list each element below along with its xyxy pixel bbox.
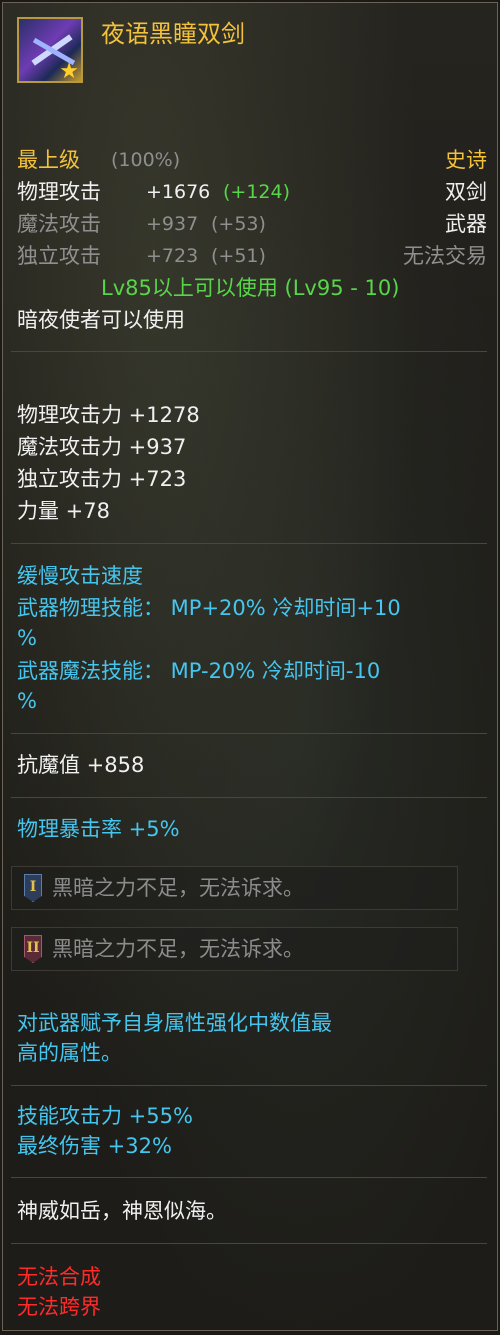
divider bbox=[11, 1243, 487, 1244]
twin-swords-icon: ★ bbox=[17, 17, 83, 83]
attribute-line: 独立攻击力 +723 bbox=[17, 467, 187, 491]
stat-bonus: (+124) bbox=[223, 181, 291, 203]
stat-label: 魔法攻击 bbox=[17, 212, 101, 236]
weapon-physical-skill: 武器物理技能： MP+20% 冷却时间+10 bbox=[17, 596, 401, 620]
divider bbox=[11, 1085, 487, 1086]
item-tooltip: ★ 夜语黑瞳双剑 最上级 (100%) 史诗 物理攻击 +1676 (+124)… bbox=[2, 2, 498, 1331]
final-damage-bonus: 最终伤害 +32% bbox=[17, 1134, 172, 1158]
weapon-magic-skill: 武器魔法技能： MP-20% 冷却时间-10 bbox=[17, 659, 381, 683]
anti-magic-value: 抗魔值 +858 bbox=[17, 753, 145, 777]
stat-bonus: (+53) bbox=[211, 213, 266, 235]
item-category: 武器 bbox=[445, 212, 487, 236]
attribute-line: 魔法攻击力 +937 bbox=[17, 435, 187, 459]
attribute-line: 物理攻击力 +1278 bbox=[17, 403, 200, 427]
class-requirement: 暗夜使者可以使用 bbox=[17, 308, 185, 332]
seal-text: 黑暗之力不足，无法诉求。 bbox=[52, 937, 304, 961]
trade-status: 无法交易 bbox=[403, 244, 487, 268]
stat-value: +937 bbox=[146, 213, 199, 235]
restriction-no-synthesis: 无法合成 bbox=[17, 1265, 101, 1289]
seal-slot-2: II 黑暗之力不足，无法诉求。 bbox=[11, 927, 458, 971]
attack-speed: 缓慢攻击速度 bbox=[17, 564, 143, 588]
divider bbox=[11, 1177, 487, 1178]
attribute-line: 力量 +78 bbox=[17, 499, 110, 523]
divider bbox=[11, 543, 487, 544]
divider bbox=[11, 797, 487, 798]
divider bbox=[11, 351, 487, 352]
enchant-description: 对武器赋予自身属性强化中数值最 bbox=[17, 1011, 332, 1035]
star-icon: ★ bbox=[59, 59, 79, 84]
enchant-description-cont: 高的属性。 bbox=[17, 1041, 122, 1065]
item-name: 夜语黑瞳双剑 bbox=[101, 20, 245, 48]
tier-two-badge-icon: II bbox=[24, 935, 42, 963]
stat-bonus: (+51) bbox=[211, 245, 266, 267]
weapon-physical-skill-cont: % bbox=[17, 626, 37, 650]
level-requirement: Lv85以上可以使用 (Lv95 - 10) bbox=[101, 276, 400, 300]
item-rarity: 史诗 bbox=[445, 148, 487, 172]
tier-one-badge-icon: I bbox=[24, 874, 42, 902]
divider bbox=[11, 733, 487, 734]
stat-label: 独立攻击 bbox=[17, 244, 101, 268]
physical-crit-rate: 物理暴击率 +5% bbox=[17, 817, 180, 841]
item-type: 双剑 bbox=[445, 180, 487, 204]
restriction-no-cross-server: 无法跨界 bbox=[17, 1295, 101, 1319]
weapon-magic-skill-cont: % bbox=[17, 689, 37, 713]
stat-value: +723 bbox=[146, 245, 199, 267]
skill-attack-bonus: 技能攻击力 +55% bbox=[17, 1104, 193, 1128]
stat-value: +1676 bbox=[146, 181, 211, 203]
seal-text: 黑暗之力不足，无法诉求。 bbox=[52, 876, 304, 900]
stat-label: 物理攻击 bbox=[17, 180, 101, 204]
seal-slot-1: I 黑暗之力不足，无法诉求。 bbox=[11, 866, 458, 910]
item-grade: 最上级 bbox=[17, 148, 80, 172]
flavor-text: 神威如岳，神恩似海。 bbox=[17, 1199, 227, 1223]
item-grade-percent: (100%) bbox=[111, 149, 181, 171]
